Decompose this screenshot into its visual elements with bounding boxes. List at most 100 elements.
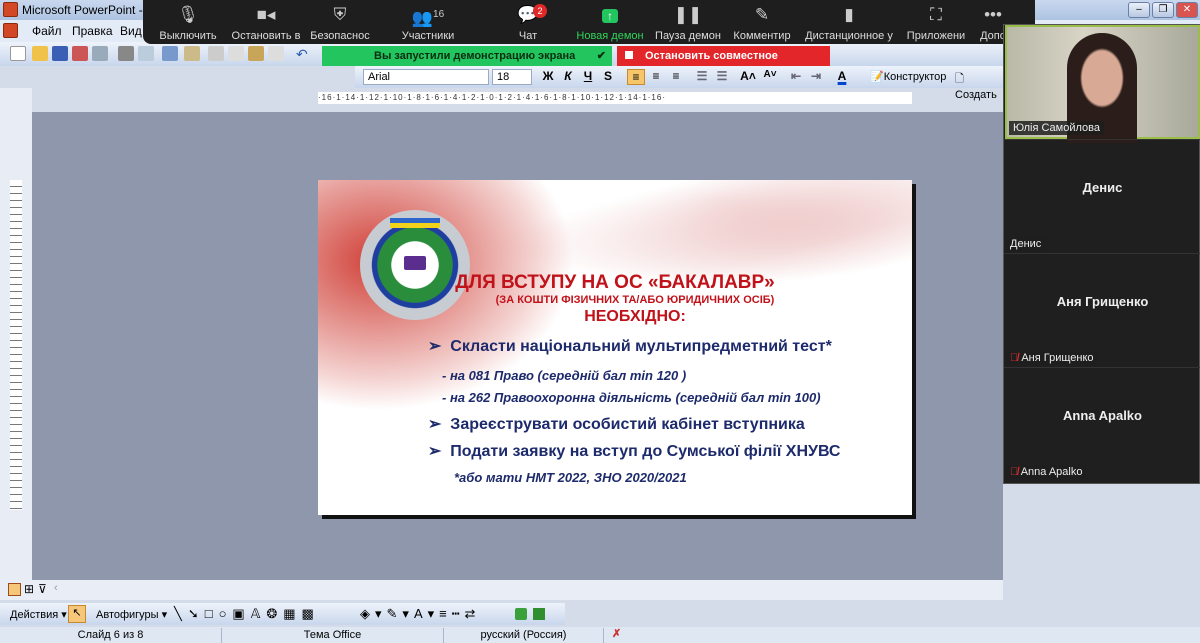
cut-icon[interactable] (208, 46, 224, 61)
preview-icon[interactable] (138, 46, 154, 61)
font-select[interactable]: Arial (363, 69, 489, 85)
shield-check-icon: ✔ (596, 50, 606, 62)
sub-item: - на 081 Право (середній бал min 120 ) (442, 368, 687, 383)
spelling-icon[interactable] (162, 46, 178, 61)
open-icon[interactable] (32, 46, 48, 61)
muted-mic-icon: 🎙̸ (1010, 466, 1019, 478)
share-screen-icon: ↑ (565, 4, 655, 26)
italic-button[interactable]: К (559, 69, 577, 83)
undo-icon[interactable]: ↶ (296, 46, 312, 62)
paste-icon[interactable] (248, 46, 264, 61)
chat-button[interactable]: 💬 2 Чат (483, 4, 573, 42)
slide-note: *або мати НМТ 2022, ЗНО 2020/2021 (454, 470, 687, 485)
decrease-font-button[interactable]: A˅ (761, 69, 779, 80)
3d-style-icon[interactable] (533, 608, 545, 620)
graduation-cap-icon (404, 256, 426, 270)
drawing-tools[interactable]: ╲➘□○▣𝔸❂▦▩ (174, 606, 320, 622)
participants-icon: 👥16 (411, 8, 445, 28)
language[interactable]: русский (Россия) (444, 628, 604, 643)
bullet-item: ➢ Подати заявку на вступ до Сумської філ… (428, 443, 841, 460)
new-share-button[interactable]: ↑ Новая демон (565, 4, 655, 42)
participant-tile[interactable]: Anna Apalko 🎙̸ Anna Apalko (1004, 367, 1200, 481)
actions-menu[interactable]: Действия ▾ (10, 608, 67, 621)
scroll-left-icon[interactable]: ‹ (54, 582, 58, 594)
flag-icon (390, 218, 440, 228)
shadow-style-icon[interactable] (515, 608, 527, 620)
restore-button[interactable]: ❐ (1152, 2, 1174, 18)
color-tools[interactable]: ◈▾✎▾A▾≡┅⇄ (360, 606, 480, 622)
underline-button[interactable]: Ч (579, 69, 597, 83)
pencil-icon: ✎ (754, 5, 770, 24)
view-buttons-bar: ⊞ ⊽ ‹ (0, 580, 1003, 600)
horizontal-ruler: ·16·1·14·1·12·1·10·1·8·1·6·1·4·1·2·1·0·1… (318, 92, 912, 104)
align-left-button[interactable]: ≡ (627, 69, 645, 85)
font-color-button[interactable]: A (833, 69, 851, 83)
participants-button[interactable]: 👥16 Участники (383, 4, 473, 42)
bullet-item: ➢ Зареєструвати особистий кабінет вступн… (428, 416, 805, 433)
align-right-button[interactable]: ≡ (667, 69, 685, 83)
increase-indent-button[interactable]: ⇥ (807, 69, 825, 83)
shadow-button[interactable]: S (599, 69, 617, 83)
chat-icon: 💬 (517, 5, 539, 24)
participant-display-name: Anna Apalko (1063, 408, 1142, 423)
new-slide-button[interactable]: 🗋Создать (955, 70, 1005, 101)
bullet-item: ➢ Скласти національний мультипредметний … (428, 338, 832, 355)
participant-name: Юлія Самойлова (1009, 121, 1105, 135)
drawing-toolbar: Действия ▾ ↖ Автофигуры ▾ ╲➘□○▣𝔸❂▦▩ ◈▾✎▾… (0, 603, 565, 625)
slide-subtitle: (ЗА КОШТИ ФІЗИЧНИХ ТА/АБО ЮРИДИЧНИХ ОСІБ… (495, 294, 775, 306)
font-size-select[interactable]: 18 (492, 69, 532, 85)
menu-edit[interactable]: Правка (72, 24, 113, 38)
document-icon (3, 23, 18, 38)
vertical-ruler (10, 180, 22, 510)
participant-tile[interactable]: Аня Грищенко 🎙̸ Аня Грищенко (1004, 253, 1200, 367)
window-title: Microsoft PowerPoint - [п (22, 3, 156, 17)
muted-mic-icon: 🎙̸ (1010, 352, 1019, 364)
spelling-status-icon[interactable]: ✗ (612, 627, 621, 640)
bullets-button[interactable]: ☰ (713, 69, 731, 83)
format-painter-icon[interactable] (268, 46, 284, 61)
research-icon[interactable] (184, 46, 200, 61)
slide-counter: Слайд 6 из 8 (0, 628, 222, 643)
slide-necessary: НЕОБХІДНО: (584, 308, 686, 325)
status-bar: Слайд 6 из 8 Тема Office русский (Россия… (0, 627, 1200, 643)
decrease-indent-button[interactable]: ⇤ (787, 69, 805, 83)
theme-name: Тема Office (222, 628, 444, 643)
copy-icon[interactable] (228, 46, 244, 61)
security-button[interactable]: ⛨ Безопаснос (295, 4, 385, 42)
close-button[interactable]: ✕ (1176, 2, 1198, 18)
mute-button[interactable]: 🎙 Выключить (143, 4, 233, 42)
numbering-button[interactable]: ☰ (693, 69, 711, 83)
annotate-button[interactable]: ✎ Комментир (717, 4, 807, 42)
email-icon[interactable] (92, 46, 108, 61)
participant-display-name: Аня Грищенко (1056, 294, 1149, 309)
participant-name-tag: 🎙̸ Аня Грищенко (1006, 351, 1098, 365)
bold-button[interactable]: Ж (539, 69, 557, 83)
zoom-meeting-toolbar: 🎙 Выключить ■◂ Остановить в ⛨ Безопаснос 👥1… (143, 0, 1035, 44)
select-pointer-icon[interactable]: ↖ (68, 605, 86, 623)
autoshapes-menu[interactable]: Автофигуры ▾ (96, 608, 167, 621)
participant-display-name: Денис (1082, 180, 1123, 195)
permission-icon[interactable] (72, 46, 88, 61)
slideshow-icon[interactable]: ⊽ (38, 582, 47, 596)
remote-control-button[interactable]: ▮ Дистанционное у (799, 4, 899, 42)
normal-view-icon[interactable] (8, 583, 21, 596)
mouse-icon: ▮ (844, 5, 854, 24)
align-center-button[interactable]: ≡ (647, 69, 665, 83)
microphone-icon: 🎙 (177, 5, 199, 24)
slide-sorter-icon[interactable]: ⊞ (24, 582, 34, 596)
menu-view[interactable]: Вид (120, 24, 142, 38)
save-icon[interactable] (52, 46, 68, 61)
slide-canvas[interactable]: ДЛЯ ВСТУПУ НА ОС «БАКАЛАВР» (ЗА КОШТИ ФІ… (318, 180, 912, 515)
menu-file[interactable]: Файл (32, 24, 62, 38)
more-icon: ••• (984, 5, 1002, 24)
chat-badge: 2 (533, 4, 547, 18)
video-tile[interactable]: Юлія Самойлова (1005, 25, 1200, 143)
minimize-button[interactable]: – (1128, 2, 1150, 18)
increase-font-button[interactable]: A˄ (739, 69, 757, 83)
new-icon[interactable] (10, 46, 26, 61)
stop-share-button[interactable]: Остановить совместное использование (617, 46, 830, 82)
print-icon[interactable] (118, 46, 134, 61)
participant-tile[interactable]: Денис Денис (1004, 139, 1200, 253)
designer-button[interactable]: 📝Конструктор (870, 70, 946, 83)
stop-icon (625, 51, 633, 59)
